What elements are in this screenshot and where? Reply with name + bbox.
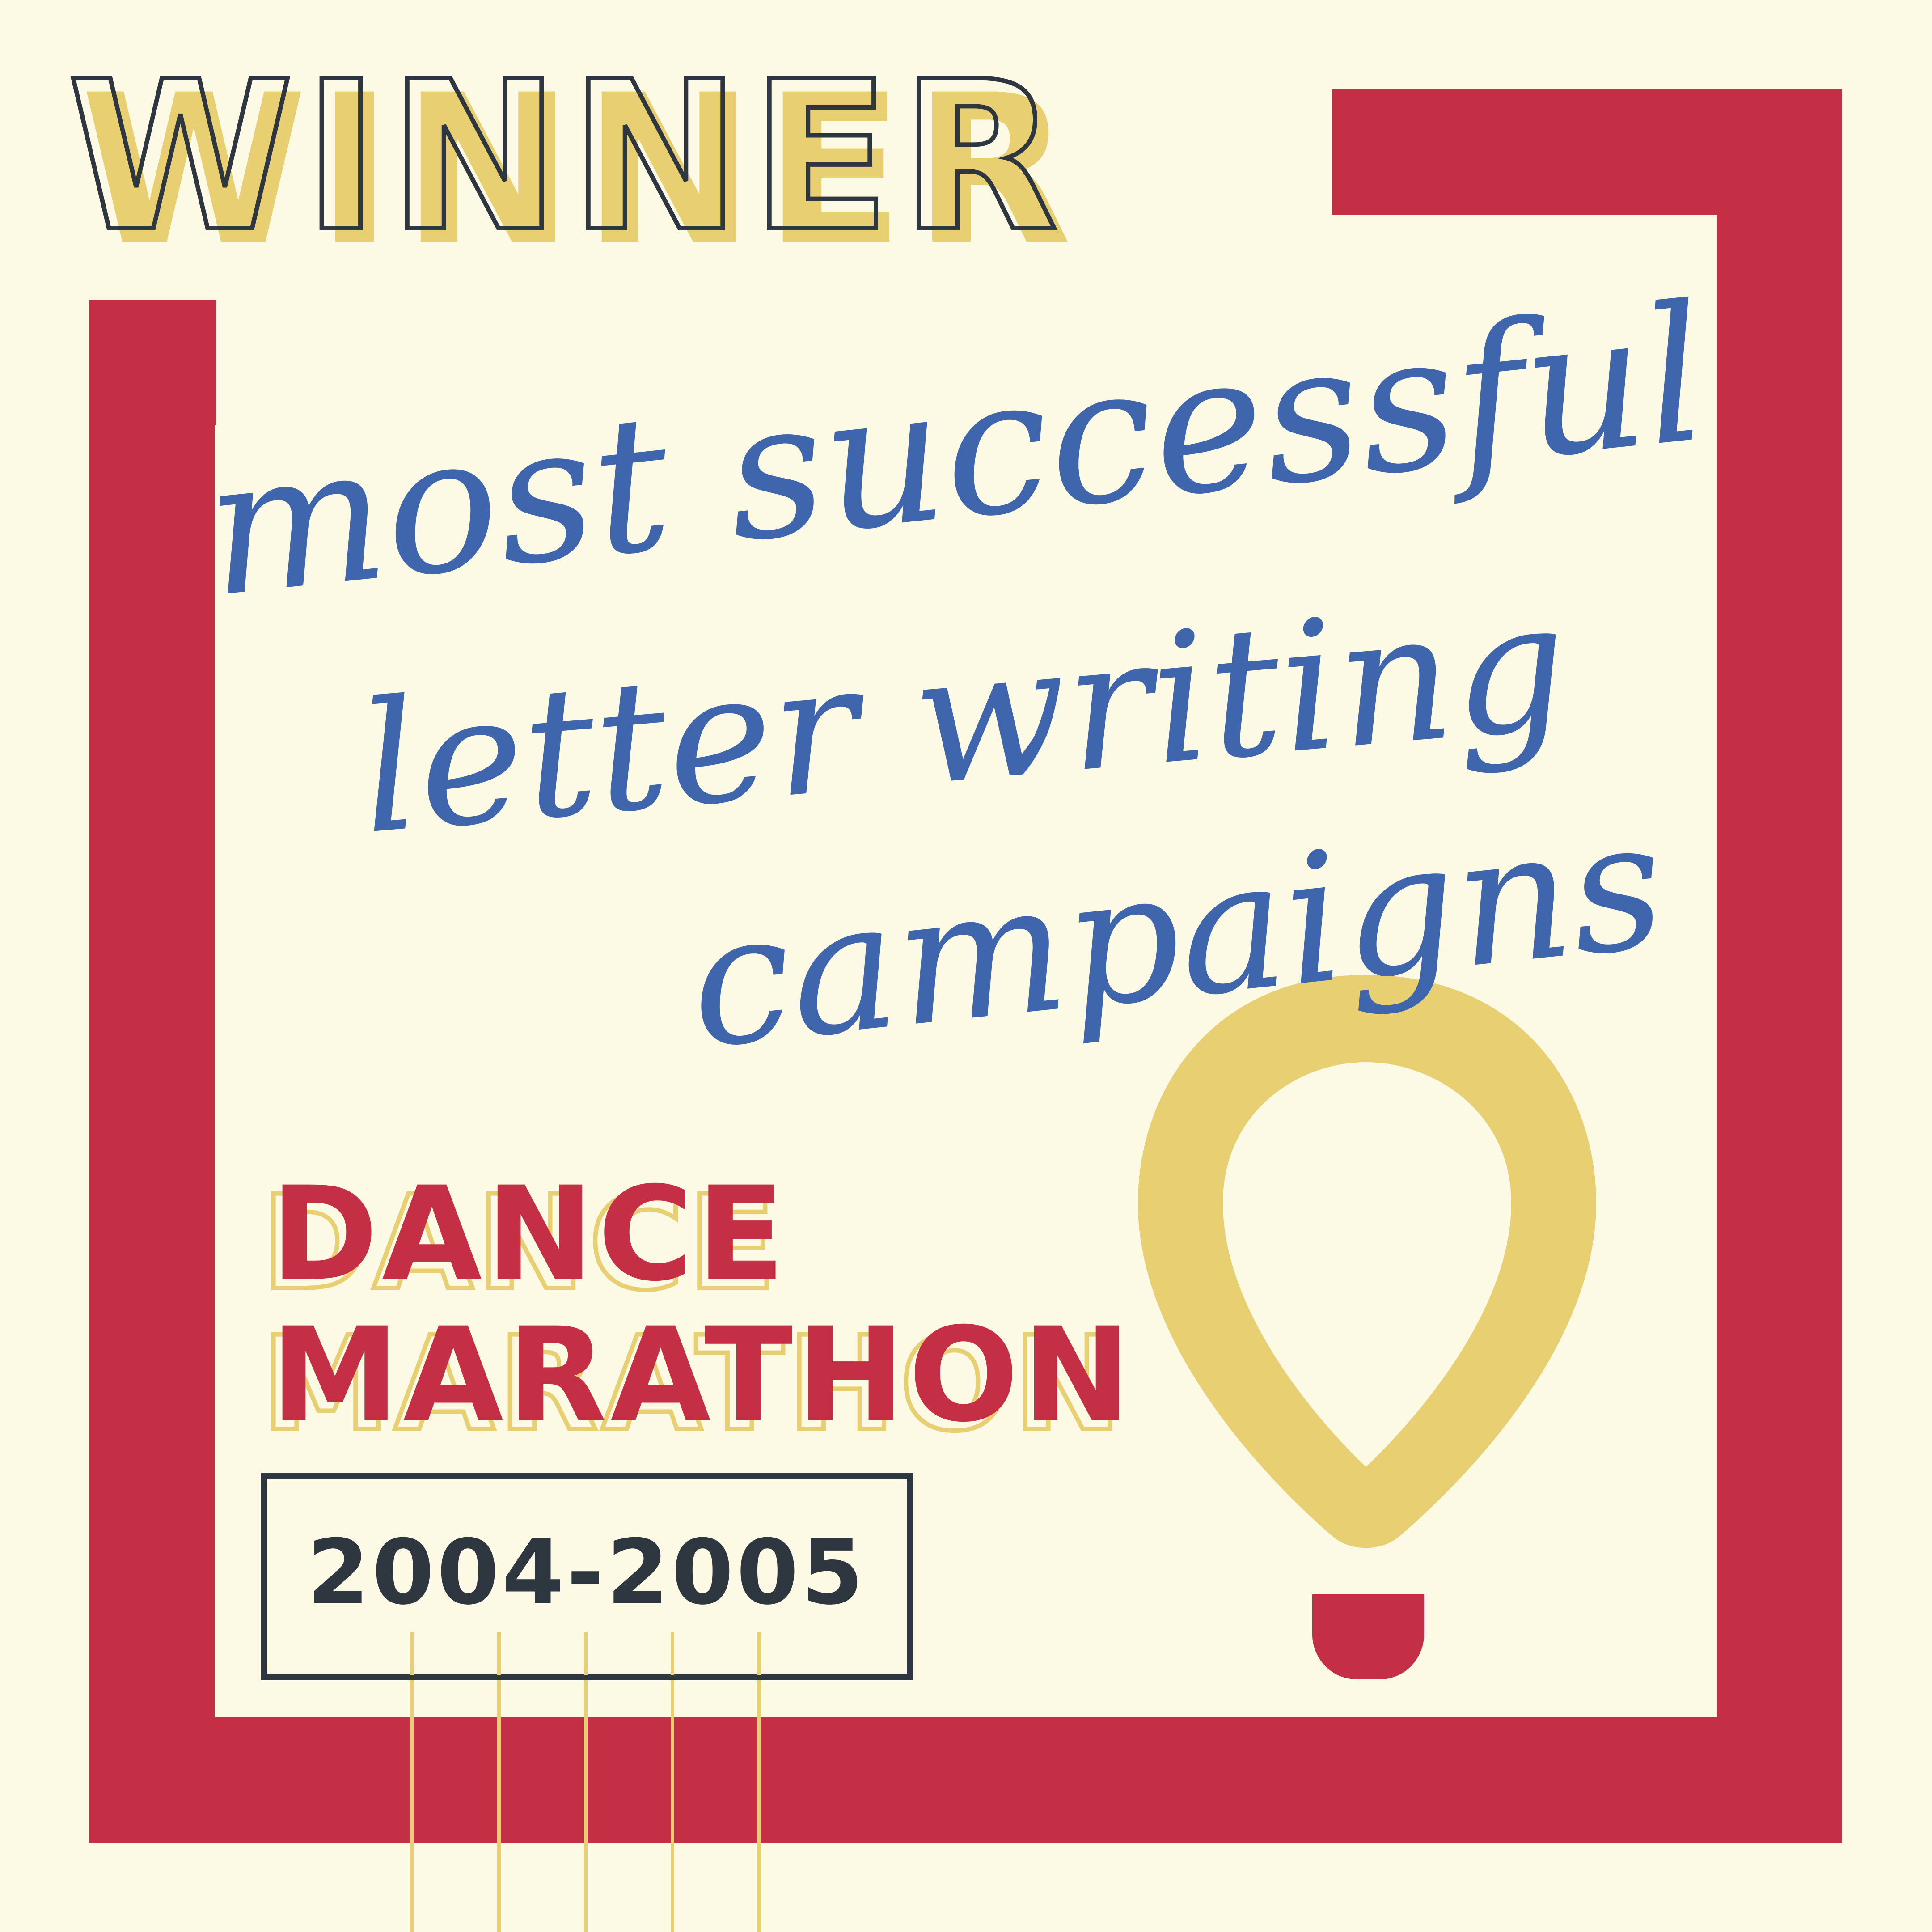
winner-heading: WINNER WINNER (65, 35, 1072, 290)
years-label: 2004-2005 (307, 1521, 866, 1625)
event-line-1: DANCE (271, 1159, 789, 1310)
event-line-2: MARATHON (271, 1300, 1134, 1451)
winner-badge: WINNER WINNER most successful letter wri… (0, 0, 1932, 1932)
winner-outline: WINNER (67, 38, 1067, 277)
